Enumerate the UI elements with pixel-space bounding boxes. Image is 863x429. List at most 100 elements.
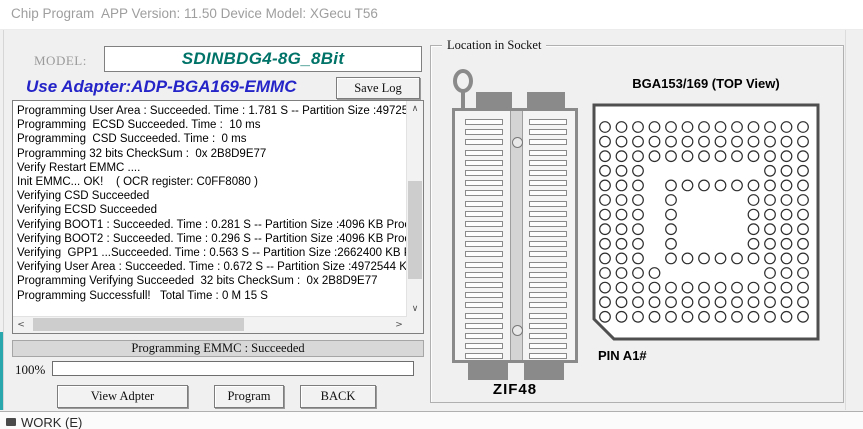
- zif-pin-slot: [465, 139, 503, 145]
- zif-pin-slot: [529, 150, 567, 156]
- zif-pin-slot: [529, 302, 567, 308]
- model-value: SDINBDG4-8G_8Bit: [182, 49, 345, 69]
- log-text[interactable]: Programming User Area : Succeeded. Time …: [13, 101, 407, 317]
- zif-pin-slot: [529, 343, 567, 349]
- save-log-button[interactable]: Save Log: [336, 77, 420, 99]
- progress-bar: [52, 361, 414, 376]
- zif-pin-slot: [529, 129, 567, 135]
- zif-pin-slot: [529, 139, 567, 145]
- zif-pin-slot: [529, 333, 567, 339]
- zif-bottom-tab: [524, 363, 564, 380]
- zif-pin-slot: [465, 333, 503, 339]
- zif-pin-slot: [465, 211, 503, 217]
- zif-pin-slot: [465, 160, 503, 166]
- zif-pin-slot: [529, 190, 567, 196]
- zif-pin-slot: [529, 160, 567, 166]
- scroll-left-icon[interactable]: <: [13, 317, 29, 333]
- zif-socket-label: ZIF48: [452, 381, 578, 398]
- zif-pin-slot: [529, 231, 567, 237]
- zif-pin-slot: [529, 262, 567, 268]
- log-line: Verifying User Area : Succeeded. Time : …: [17, 260, 407, 274]
- zif-pin-slot: [529, 211, 567, 217]
- model-label: MODEL:: [34, 53, 87, 69]
- view-adapter-button[interactable]: View Adpter: [57, 385, 188, 408]
- zif-pin-slot: [465, 190, 503, 196]
- zif-top-tab: [476, 92, 512, 108]
- zif-pin-slot: [529, 251, 567, 257]
- log-horizontal-scrollbar[interactable]: < >: [13, 316, 407, 333]
- zif-pin-slot: [465, 353, 503, 359]
- log-line: Init EMMC... OK! ( OCR register: C0FF808…: [17, 175, 407, 189]
- background-window-edge: [0, 332, 3, 410]
- bga-view-title: BGA153/169 (TOP View): [592, 76, 820, 91]
- zif-pin-slot: [465, 231, 503, 237]
- zif-pin-slot: [529, 180, 567, 186]
- zif-pin-slot: [465, 221, 503, 227]
- log-output-panel[interactable]: Programming User Area : Succeeded. Time …: [12, 100, 424, 334]
- window-left-border: [3, 0, 4, 410]
- scroll-right-icon[interactable]: >: [391, 317, 407, 333]
- zif-pin-slot: [465, 282, 503, 288]
- model-field[interactable]: SDINBDG4-8G_8Bit: [104, 46, 422, 72]
- horizontal-scrollbar-thumb[interactable]: [33, 318, 244, 331]
- zif-pin-column-right: [529, 119, 567, 359]
- zif-pin-slot: [529, 272, 567, 278]
- zif-pin-slot: [465, 272, 503, 278]
- zif-pin-slot: [465, 119, 503, 125]
- background-window-strip[interactable]: WORK (E): [0, 411, 863, 429]
- log-line: Programming Successfull! Total Time : 0 …: [17, 289, 407, 303]
- zif-pin-slot: [529, 119, 567, 125]
- zif-lever-icon: [453, 69, 473, 93]
- zif-pin-slot: [529, 241, 567, 247]
- zif-screw-icon: [512, 325, 523, 336]
- scroll-up-icon[interactable]: ∧: [407, 101, 423, 117]
- zif-center-strip: [510, 111, 523, 360]
- zif-screw-icon: [512, 137, 523, 148]
- zif-pin-slot: [465, 323, 503, 329]
- work-window-label: WORK (E): [21, 415, 82, 429]
- log-vertical-scrollbar[interactable]: ∧ ∨: [406, 101, 423, 317]
- zif-pin-slot: [529, 221, 567, 227]
- zif-pin-slot: [465, 262, 503, 268]
- progress-percent-label: 100%: [15, 362, 45, 378]
- log-line: Verifying GPP1 ...Succeeded. Time : 0.56…: [17, 246, 407, 260]
- window-title: Chip Program: [11, 6, 94, 21]
- zif-pin-slot: [465, 170, 503, 176]
- window-right-border: [845, 29, 846, 410]
- log-line: Programming ECSD Succeeded. Time : 10 ms: [17, 118, 407, 132]
- zif-pin-slot: [529, 353, 567, 359]
- adapter-text: Use Adapter:ADP-BGA169-EMMC: [26, 77, 331, 97]
- zif-pin-slot: [465, 302, 503, 308]
- program-button[interactable]: Program: [214, 385, 284, 408]
- vertical-scrollbar-thumb[interactable]: [408, 181, 422, 279]
- log-line: Verifying ECSD Succeeded: [17, 203, 407, 217]
- zif-pin-slot: [465, 129, 503, 135]
- zif-pin-slot: [529, 313, 567, 319]
- groupbox-title: Location in Socket: [442, 38, 546, 53]
- zif-pin-column-left: [465, 119, 503, 359]
- log-line: Programming CSD Succeeded. Time : 0 ms: [17, 132, 407, 146]
- work-window-icon: [6, 418, 16, 426]
- zif-pin-slot: [465, 251, 503, 257]
- zif-pin-slot: [529, 323, 567, 329]
- zif-pin-slot: [529, 170, 567, 176]
- zif-pin-slot: [465, 313, 503, 319]
- zif-pin-slot: [465, 241, 503, 247]
- zif-pin-slot: [465, 180, 503, 186]
- window-titlebar[interactable]: Chip Program APP Version: 11.50 Device M…: [0, 0, 863, 30]
- scroll-down-icon[interactable]: ∨: [407, 301, 423, 317]
- log-line: Verifying BOOT1 : Succeeded. Time : 0.28…: [17, 218, 407, 232]
- log-line: Programming Verifying Succeeded 32 bits …: [17, 274, 407, 288]
- zif-pin-slot: [465, 292, 503, 298]
- pin-a1-label: PIN A1#: [598, 348, 647, 363]
- log-line: Verify Restart EMMC ....: [17, 161, 407, 175]
- back-button[interactable]: BACK: [300, 385, 376, 408]
- log-line: Programming User Area : Succeeded. Time …: [17, 104, 407, 118]
- chip-program-window: Chip Program APP Version: 11.50 Device M…: [0, 0, 863, 429]
- status-bar: Programming EMMC : Succeeded: [12, 340, 424, 357]
- log-line: Programming 32 bits CheckSum : 0x 2B8D9E…: [17, 147, 407, 161]
- zif-pin-slot: [529, 282, 567, 288]
- zif-pin-slot: [465, 343, 503, 349]
- zif-top-tab: [527, 92, 565, 108]
- zif-pin-slot: [529, 292, 567, 298]
